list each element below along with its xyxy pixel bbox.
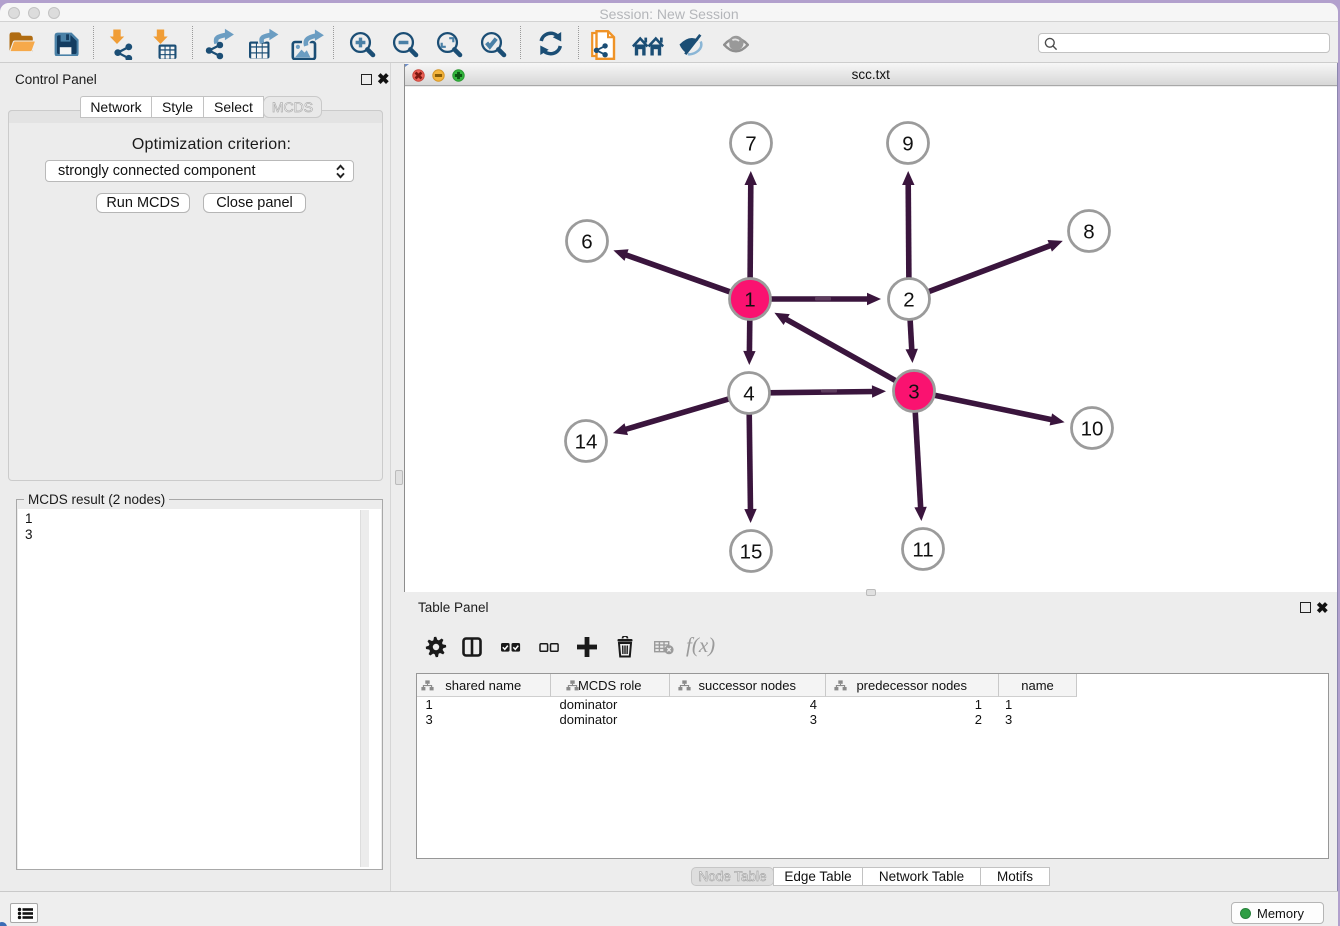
svg-text:4: 4 <box>743 382 754 405</box>
svg-text:9: 9 <box>902 132 913 155</box>
svg-text:14: 14 <box>575 430 598 453</box>
svg-text:10: 10 <box>1081 417 1104 440</box>
svg-text:3: 3 <box>908 380 919 403</box>
svg-text:15: 15 <box>740 540 763 563</box>
svg-text:6: 6 <box>581 230 592 253</box>
svg-text:1: 1 <box>744 288 755 311</box>
svg-text:8: 8 <box>1083 220 1094 243</box>
svg-text:2: 2 <box>903 288 914 311</box>
svg-text:7: 7 <box>745 132 756 155</box>
svg-text:11: 11 <box>912 538 933 561</box>
